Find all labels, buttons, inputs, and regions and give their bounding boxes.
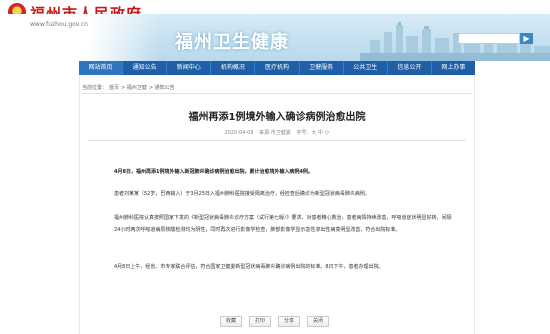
breadcrumb-section[interactable]: > 福州卫健 <box>121 85 147 91</box>
article-paragraph: 4月8日上午，经省、市专家联合评估，符合国家卫健委新型冠状病毒肺炎确诊病例出院的… <box>114 264 384 270</box>
search-input[interactable] <box>458 33 520 44</box>
article-lead: 4月8日，福州再添1例境外输入新冠肺炎确诊病例治愈出院，累计治愈境外输入病例4例… <box>114 169 313 175</box>
share-button[interactable]: 分享 <box>278 316 300 327</box>
nav-organization[interactable]: 机构概况 <box>211 61 256 75</box>
breadcrumb-prefix: 当前位置： <box>82 85 108 91</box>
font-size-switch[interactable]: 字号：大 中 小 <box>296 130 329 136</box>
nav-info-disclosure[interactable]: 信息公开 <box>388 61 432 75</box>
nav-home[interactable]: 网站首页 <box>79 61 124 75</box>
close-button[interactable]: 关闭 <box>307 316 329 327</box>
breadcrumb-home[interactable]: 首页 <box>109 85 119 91</box>
article-title: 福州再添1例境外输入确诊病例治愈出院 <box>188 112 366 123</box>
breadcrumb-current[interactable]: > 通知公告 <box>149 85 175 91</box>
article-actions: 收藏 打印 分享 关闭 <box>220 316 329 327</box>
nav-news[interactable]: 新闻中心 <box>167 61 212 75</box>
gov-site-url: www.fuzhou.gov.cn <box>30 21 88 28</box>
main-nav: 网站首页 通知公告 新闻中心 机构概况 医疗机构 卫健服务 公共卫生 信息公开 … <box>79 61 475 75</box>
favorite-button[interactable]: 收藏 <box>220 316 242 327</box>
divider <box>82 93 472 94</box>
print-button[interactable]: 打印 <box>249 316 271 327</box>
article-meta: 2020-04-08 来源:市卫健委 字号：大 中 小 <box>79 129 475 136</box>
divider <box>88 140 466 141</box>
breadcrumb: 当前位置： 首页 > 福州卫健 > 通知公告 <box>82 84 177 91</box>
nav-notices[interactable]: 通知公告 <box>123 61 168 75</box>
nav-medical-institutions[interactable]: 医疗机构 <box>255 61 300 75</box>
article-paragraph: 福州肺科医院认真按照国家下发的《新型冠状病毒肺炎诊疗方案（试行第七版）》要求，对… <box>114 215 452 233</box>
banner-title: 福州卫生健康 <box>175 32 289 53</box>
article-source: 来源:市卫健委 <box>259 130 291 136</box>
nav-online-services[interactable]: 网上办事 <box>432 61 475 75</box>
nav-health-services[interactable]: 卫健服务 <box>300 61 344 75</box>
article-date: 2020-04-08 <box>224 130 254 136</box>
search-button[interactable]: ▶ <box>520 33 533 44</box>
article-paragraph: 患者刘某某（52岁，巴西输入）于3月25日入福州肺科医院接受隔离治疗，经检查后确… <box>114 191 370 197</box>
nav-public-health[interactable]: 公共卫生 <box>344 61 388 75</box>
